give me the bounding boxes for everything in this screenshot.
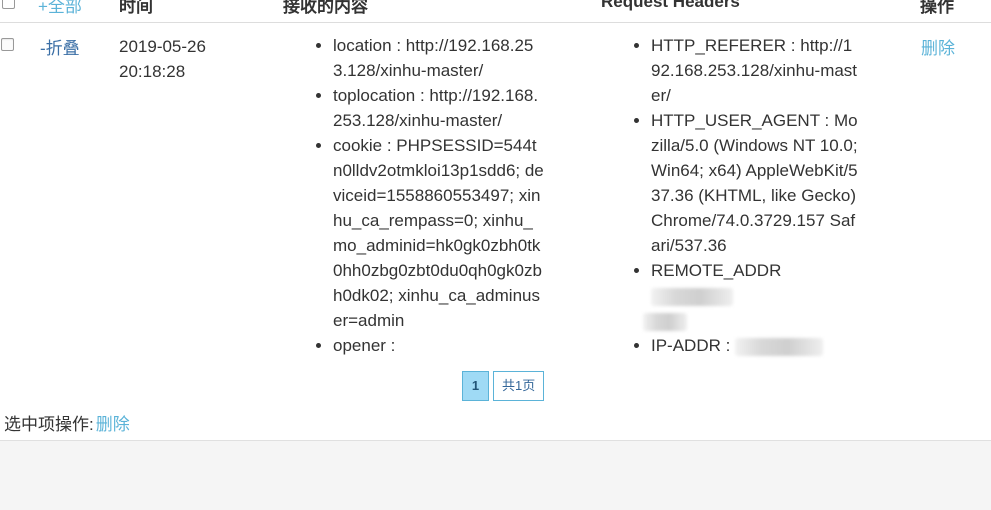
- received-content-cell: location : http://192.168.253.128/xinhu-…: [315, 33, 545, 358]
- delete-row-link[interactable]: 删除: [921, 34, 955, 59]
- batch-actions-bar: 选中项操作: 删除: [4, 410, 130, 435]
- column-header-request-headers: Request Headers: [601, 0, 740, 11]
- pagination: 1 共1页: [462, 371, 545, 401]
- batch-label: 选中项操作:: [4, 415, 94, 434]
- column-header-action: 操作: [920, 0, 954, 16]
- fold-link[interactable]: -折叠: [40, 34, 80, 59]
- redacted-value: [651, 287, 733, 306]
- header-item-ip-addr: IP-ADDR :: [651, 333, 861, 358]
- request-headers-list: HTTP_REFERER : http://192.168.253.128/xi…: [633, 33, 861, 358]
- redacted-value: [735, 337, 824, 356]
- received-item-cookie: cookie : PHPSESSID=544tn0lldv2otmkloi13p…: [333, 133, 545, 333]
- page-total-button[interactable]: 共1页: [493, 371, 545, 401]
- batch-delete-link[interactable]: 删除: [96, 415, 130, 434]
- time-cell: 2019-05-26 20:18:28: [119, 34, 239, 84]
- received-item-location: location : http://192.168.253.128/xinhu-…: [333, 33, 545, 83]
- received-item-toplocation: toplocation : http://192.168.253.128/xin…: [333, 83, 545, 133]
- time-clock: 20:18:28: [119, 62, 186, 81]
- select-all-checkbox[interactable]: [2, 0, 15, 9]
- ip-addr-label: IP-ADDR :: [651, 336, 731, 355]
- header-item-referer: HTTP_REFERER : http://192.168.253.128/xi…: [651, 33, 861, 108]
- column-header-time: 时间: [119, 0, 153, 16]
- remote-addr-label: REMOTE_ADDR: [651, 261, 782, 280]
- row-checkbox[interactable]: [1, 38, 14, 51]
- time-date: 2019-05-26: [119, 37, 206, 56]
- received-item-opener: opener :: [333, 333, 545, 358]
- column-header-received: 接收的内容: [283, 0, 368, 16]
- header-item-remote-addr: REMOTE_ADDR: [643, 258, 861, 333]
- request-headers-cell: HTTP_REFERER : http://192.168.253.128/xi…: [633, 33, 861, 358]
- table-header-row: +全部 时间 接收的内容 Request Headers 操作: [0, 0, 991, 23]
- footer-area: [0, 440, 991, 510]
- page: +全部 时间 接收的内容 Request Headers 操作 -折叠 2019…: [0, 0, 991, 510]
- header-item-user-agent: HTTP_USER_AGENT : Mozilla/5.0 (Windows N…: [651, 108, 861, 258]
- redacted-value: [643, 312, 687, 331]
- page-button-current[interactable]: 1: [462, 371, 489, 401]
- received-list: location : http://192.168.253.128/xinhu-…: [315, 33, 545, 358]
- expand-all-link[interactable]: +全部: [38, 0, 82, 17]
